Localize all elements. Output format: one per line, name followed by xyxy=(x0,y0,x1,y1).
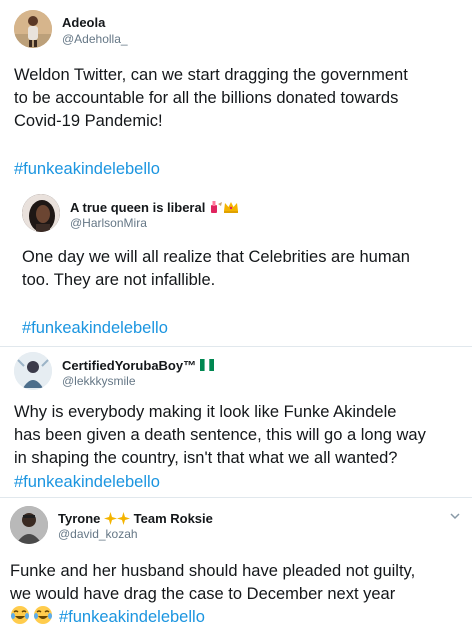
author-name-first: Tyrone xyxy=(58,511,101,526)
tears-of-joy-emoji xyxy=(33,605,53,630)
avatar[interactable] xyxy=(10,506,48,544)
nail-polish-emoji xyxy=(209,200,223,217)
tweet-text: Funke and her husband should have pleade… xyxy=(10,562,416,603)
nigeria-flag-emoji xyxy=(199,359,214,374)
tweet-text: One day we will all realize that Celebri… xyxy=(22,248,410,289)
author-handle[interactable]: @HarlsonMira xyxy=(70,216,147,230)
author-handle[interactable]: @Adeholla_ xyxy=(62,32,128,46)
tweet-adeola[interactable]: Adeola @Adeholla_ Weldon Twitter, can we… xyxy=(0,0,472,194)
author-name-text: CertifiedYorubaBoy™ xyxy=(62,358,197,373)
sparkles-emoji xyxy=(104,511,118,528)
tweet-footer-line: #funkeakindelebello xyxy=(10,606,205,629)
avatar[interactable] xyxy=(14,352,52,390)
tweet-text: Why is everybody making it look like Fun… xyxy=(14,403,426,467)
chevron-down-icon[interactable] xyxy=(448,510,462,524)
author-name[interactable]: Adeola xyxy=(62,15,105,30)
hashtag-link[interactable]: #funkeakindelebello xyxy=(22,317,168,340)
author-name-text: A true queen is liberal xyxy=(70,200,206,215)
author-name[interactable]: Tyrone Team Roksie xyxy=(58,511,213,528)
tears-of-joy-emoji xyxy=(10,605,30,630)
hashtag-link[interactable]: #funkeakindelebello xyxy=(14,471,160,494)
avatar[interactable] xyxy=(14,10,52,48)
tweet-text: Weldon Twitter, can we start dragging th… xyxy=(14,66,408,130)
tweet-harlsonmira[interactable]: A true queen is liberal @HarlsonMira One… xyxy=(0,188,472,348)
avatar[interactable] xyxy=(22,194,60,232)
author-name[interactable]: CertifiedYorubaBoy™ xyxy=(62,358,214,374)
author-name-second: Team Roksie xyxy=(133,511,213,526)
author-name[interactable]: A true queen is liberal xyxy=(70,200,239,217)
sparkles-emoji xyxy=(117,511,131,528)
author-handle[interactable]: @david_kozah xyxy=(58,527,138,541)
tweet-lekkkysmile[interactable]: CertifiedYorubaBoy™ @lekkkysmile Why is … xyxy=(0,347,472,497)
tweet-david-kozah[interactable]: Tyrone Team Roksie @david_kozah Funke an… xyxy=(0,498,472,637)
crown-emoji xyxy=(223,200,239,217)
hashtag-link[interactable]: #funkeakindelebello xyxy=(59,606,205,629)
author-handle[interactable]: @lekkkysmile xyxy=(62,374,136,388)
hashtag-link[interactable]: #funkeakindelebello xyxy=(14,158,160,181)
